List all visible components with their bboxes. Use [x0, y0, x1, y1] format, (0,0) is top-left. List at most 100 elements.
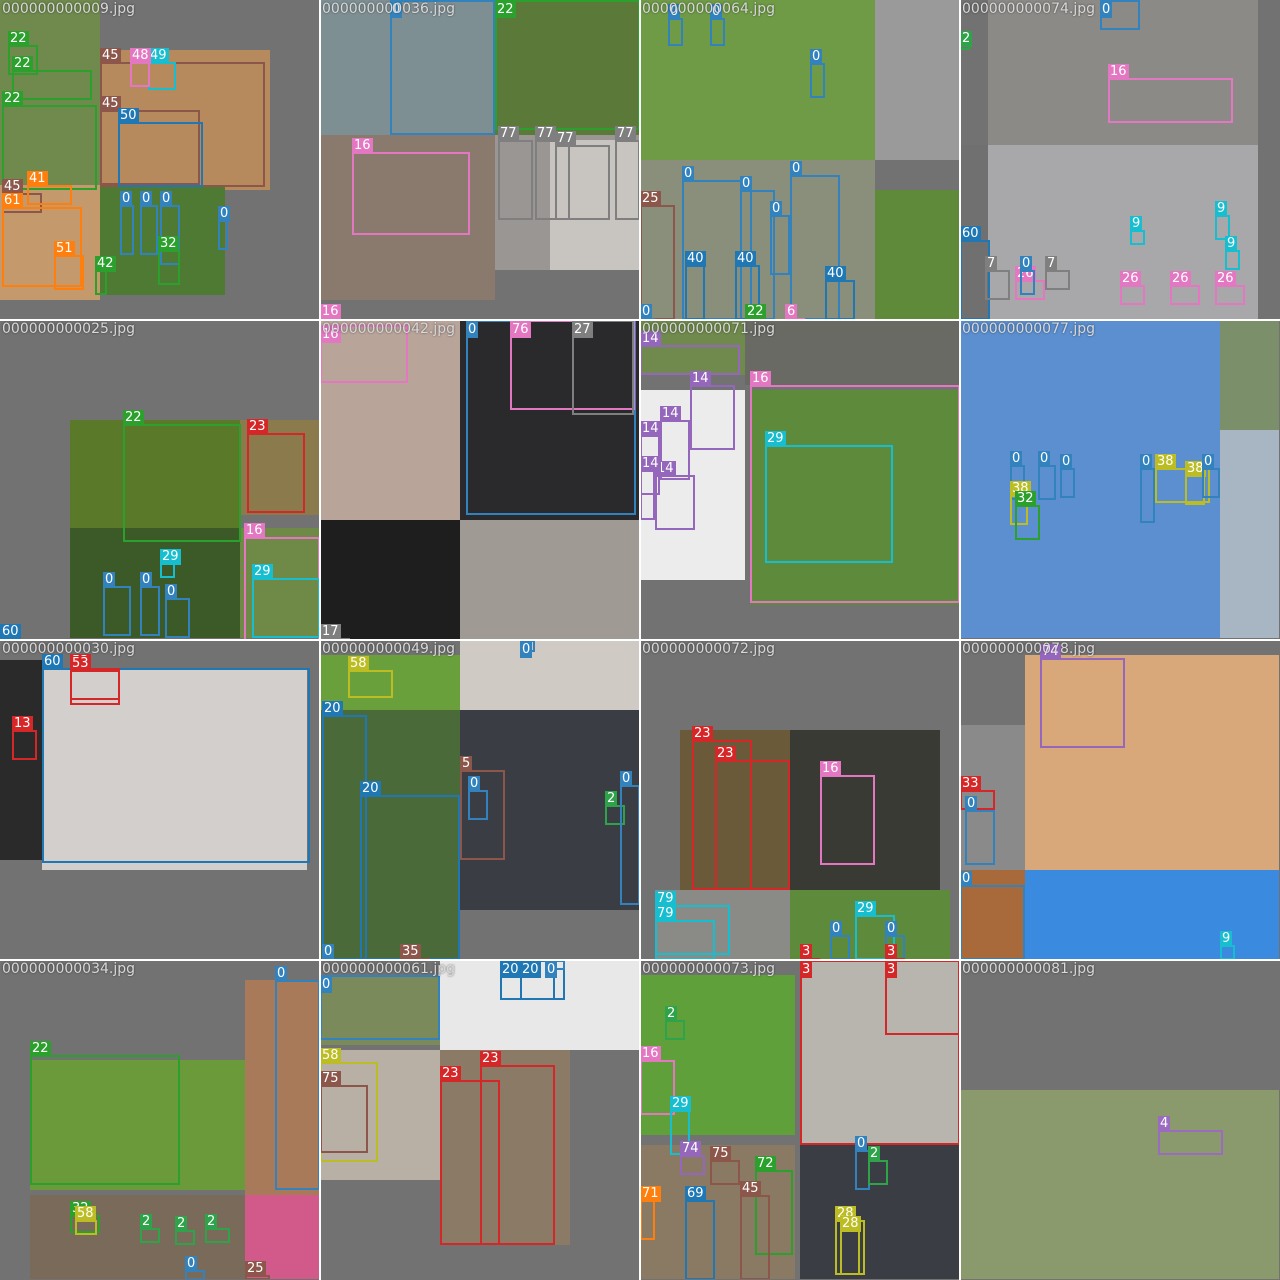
mosaic-tile: 16 0 76 27 17 000000000042.jpg	[320, 320, 639, 639]
class-label: 40	[685, 251, 706, 267]
detection-box: 25	[640, 191, 675, 319]
class-label: 2	[605, 791, 618, 807]
class-label: 0	[740, 176, 753, 192]
class-label: 17	[320, 624, 341, 639]
class-label: 0	[1020, 256, 1033, 272]
detection-box: 7	[1045, 256, 1070, 290]
class-label: 22	[30, 1041, 51, 1057]
detection-box: 51	[54, 241, 84, 290]
class-label: 29	[765, 431, 786, 447]
class-label: 20	[500, 962, 521, 978]
detection-box: 0	[810, 49, 825, 98]
class-label: 0	[160, 191, 173, 207]
tile-filename: 000000000078.jpg	[962, 641, 1095, 657]
mosaic-grid: 22 22 22 45 49 48 45 50 45 41 61 51 0 0 0 32 42 0 00000000…	[0, 0, 1280, 1280]
detection-box: 0	[320, 975, 440, 1040]
class-label: 0	[545, 962, 558, 978]
detection-box: 22	[12, 56, 92, 100]
detection-box: 0	[468, 776, 488, 820]
detection-box: 27	[572, 320, 634, 415]
class-label: 23	[692, 726, 713, 742]
class-label: 0	[810, 49, 823, 65]
tile-photo	[0, 660, 42, 860]
detection-box: 45	[740, 1181, 770, 1279]
class-label: 79	[655, 891, 676, 907]
class-label: 0	[830, 921, 843, 937]
class-label: 0	[640, 304, 653, 319]
detection-box: 58	[348, 656, 393, 698]
detection-box: 26	[1170, 271, 1200, 305]
detection-box: 75	[710, 1146, 740, 1185]
class-label: 22	[12, 56, 33, 72]
detection-box: 40	[825, 266, 855, 319]
class-label: 23	[440, 1066, 461, 1082]
class-label: 3	[885, 944, 898, 959]
detection-box: 0	[1060, 454, 1075, 498]
detection-box: 20	[360, 781, 460, 959]
tile-filename: 000000000061.jpg	[322, 961, 455, 977]
mosaic-tile: 22 23 16 29 29 0 0 0 60 000000000025.jpg	[0, 320, 319, 639]
tile-filename: 000000000071.jpg	[642, 321, 775, 337]
tile-filename: 000000000074.jpg	[962, 1, 1095, 17]
class-label: 9	[1220, 931, 1233, 947]
mosaic-tile: 60531353000000000030.jpg	[0, 640, 319, 959]
detection-box: 0	[830, 921, 850, 959]
tile-photo	[1220, 430, 1279, 638]
detection-box: 79	[655, 906, 715, 959]
class-label: 60	[960, 226, 981, 242]
mosaic-tile: 23 23 16 79 79 29 0 0 3 3 000000000072.jpg	[640, 640, 959, 959]
class-label: 0	[140, 191, 153, 207]
detection-box: 40	[685, 251, 706, 319]
class-label: 0	[682, 166, 695, 182]
class-label: 72	[755, 1156, 776, 1172]
detection-box: 41	[27, 171, 72, 205]
detection-box: 53	[70, 656, 120, 705]
tile-filename: 000000000081.jpg	[962, 961, 1095, 977]
class-label: 0	[960, 871, 973, 887]
detection-box: 2	[205, 1214, 230, 1243]
class-label: 71	[640, 1186, 661, 1202]
class-label: 35	[400, 944, 421, 959]
tile-photo	[960, 1090, 1279, 1279]
class-label: 40	[735, 251, 756, 267]
class-label: 16	[820, 761, 841, 777]
tile-photo	[460, 520, 639, 639]
class-label: 0	[1140, 454, 1153, 470]
detection-box: 0	[668, 4, 683, 46]
mosaic-tile: 0 0 0 38 38 32 0 38 0 000000000077.jpg	[960, 320, 1279, 639]
class-label: 2	[175, 1216, 188, 1232]
detection-box: 22	[495, 0, 639, 130]
class-label: 13	[12, 716, 33, 732]
class-label: 23	[715, 746, 736, 762]
class-label: 9	[1130, 216, 1143, 232]
class-label: 58	[348, 656, 369, 672]
detection-box: 0	[1202, 454, 1220, 498]
detection-box: 13	[12, 716, 37, 760]
class-label: 0	[275, 966, 288, 982]
detection-box: 42	[95, 256, 116, 295]
class-label: 0	[1010, 451, 1023, 467]
detection-box: 0	[185, 1256, 205, 1279]
class-label: 58	[320, 1048, 341, 1064]
detection-box: 26	[1120, 271, 1145, 305]
mosaic-tile: 0 22 16 77 77 77 77 16 000000000036.jpg	[320, 0, 639, 319]
detection-box: 0	[165, 584, 190, 638]
detection-box: 23	[715, 746, 790, 890]
class-label: 49	[148, 48, 169, 64]
class-label: 0	[620, 771, 633, 787]
detection-box: 0	[620, 771, 639, 905]
detection-box: 0	[770, 201, 790, 275]
class-label: 29	[160, 549, 181, 565]
mosaic-tile: 22 22 22 45 49 48 45 50 45 41 61 51 0 0 0 32 42 0 00000000…	[0, 0, 319, 319]
class-label: 22	[2, 91, 23, 107]
detection-box: 77	[555, 131, 610, 220]
detection-box: 0	[545, 960, 565, 978]
grid-divider	[0, 639, 1280, 641]
detection-box: 2	[175, 1216, 195, 1245]
tile-photo	[1220, 320, 1279, 430]
class-label: 14	[660, 406, 681, 422]
detection-box: 49	[148, 48, 176, 90]
class-label: 9	[1225, 236, 1238, 252]
class-label: 28	[840, 1216, 861, 1232]
detection-box: 75	[320, 1071, 368, 1153]
